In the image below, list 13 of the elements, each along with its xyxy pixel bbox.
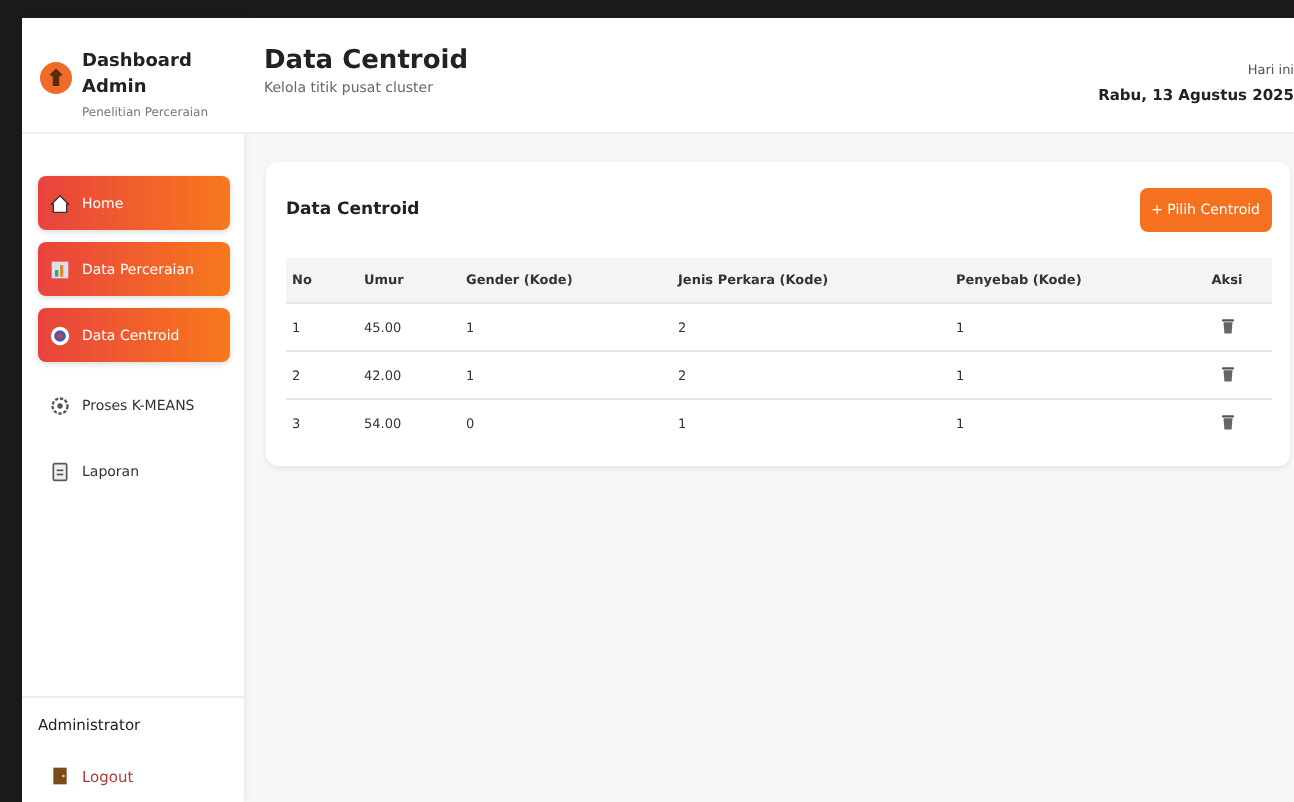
door-icon [50,766,70,786]
delete-icon[interactable] [1221,365,1233,381]
delete-icon[interactable] [1221,413,1233,429]
gear-icon [50,395,70,415]
document-icon [50,461,70,481]
delete-icon[interactable] [1221,317,1233,333]
logo-icon [40,62,72,94]
chart-icon [50,259,70,279]
home-icon [50,193,70,213]
app-title: Dashboard Admin [82,50,194,102]
card-title: Data Centroid [286,200,420,220]
page-title: Data Centroid [264,46,469,76]
target-icon [50,325,70,345]
